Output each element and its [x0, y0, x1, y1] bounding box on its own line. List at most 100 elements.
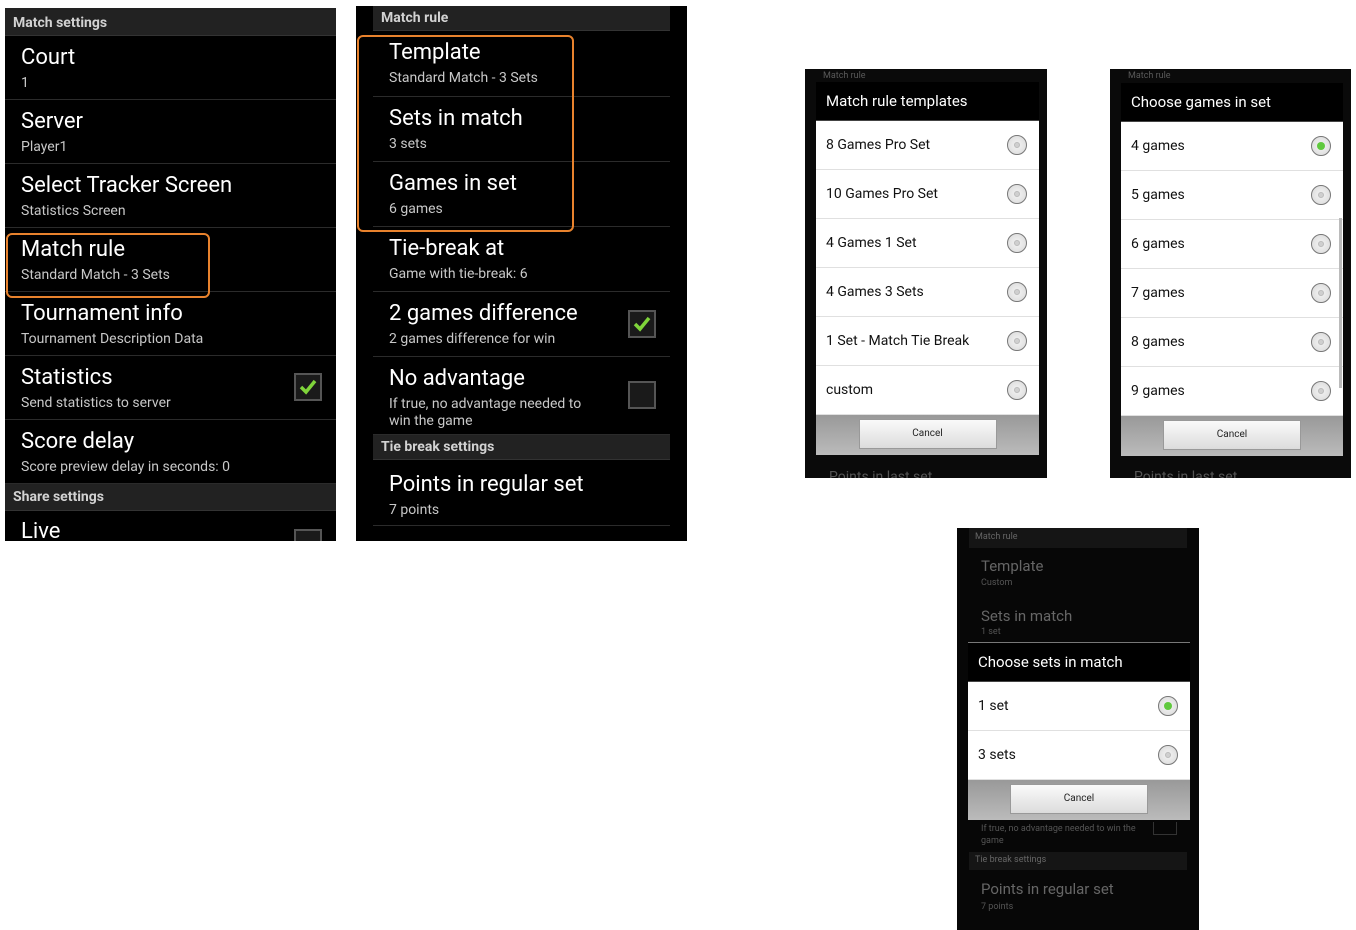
pref-title: Points in regular set [389, 472, 584, 497]
radio-unselected-icon[interactable] [1007, 184, 1027, 204]
dialog-option[interactable]: 4 Games 1 Set [816, 219, 1039, 268]
radio-unselected-icon[interactable] [1311, 234, 1331, 254]
pref-summary: Tournament Description Data [21, 331, 204, 347]
no-advantage-checkbox[interactable] [628, 381, 656, 409]
pref-summary: Statistics Screen [21, 203, 126, 219]
checkmark-icon [633, 316, 651, 332]
dialog-option[interactable]: 8 games [1121, 318, 1343, 367]
option-label: 5 games [1131, 187, 1185, 203]
dialog-button-bar: Cancel [1121, 416, 1343, 456]
pref-title: Tie-break at [389, 236, 505, 261]
pref-title: Tournament info [21, 301, 183, 326]
live-checkbox[interactable] [294, 529, 322, 541]
cancel-button[interactable]: Cancel [1163, 420, 1301, 450]
radio-selected-icon[interactable] [1158, 696, 1178, 716]
templates-dialog-screen: Match rule Match rule templates 8 Games … [805, 69, 1047, 478]
option-label: 10 Games Pro Set [826, 186, 938, 202]
pref-summary: 7 points [389, 502, 440, 518]
two-games-difference-checkbox[interactable] [628, 310, 656, 338]
pref-two-games-difference[interactable]: 2 games difference 2 games difference for… [373, 292, 670, 357]
option-label: 4 Games 1 Set [826, 235, 917, 251]
pref-title: No advantage [389, 366, 525, 391]
radio-unselected-icon[interactable] [1311, 283, 1331, 303]
background-footer: Points in last set [829, 469, 933, 478]
background-sets-title: Sets in match [981, 607, 1073, 625]
pref-summary: Player1 [21, 139, 68, 155]
radio-unselected-icon[interactable] [1158, 745, 1178, 765]
option-label: 8 games [1131, 334, 1185, 350]
radio-unselected-icon[interactable] [1007, 380, 1027, 400]
radio-unselected-icon[interactable] [1007, 233, 1027, 253]
background-template-title: Template [981, 557, 1044, 575]
highlight-template-sets-games [357, 35, 574, 232]
radio-unselected-icon[interactable] [1311, 332, 1331, 352]
pref-court[interactable]: Court 1 [5, 36, 336, 100]
statistics-checkbox[interactable] [294, 373, 322, 401]
option-label: 6 games [1131, 236, 1185, 252]
pref-statistics[interactable]: Statistics Send statistics to server [5, 356, 336, 420]
games-dialog-screen: Match rule Choose games in set 4 games 5 … [1110, 69, 1351, 478]
radio-unselected-icon[interactable] [1007, 282, 1027, 302]
dialog-option[interactable]: 6 games [1121, 220, 1343, 269]
dialog-option[interactable]: 4 games [1121, 122, 1343, 171]
radio-selected-icon[interactable] [1311, 136, 1331, 156]
dialog-option[interactable]: 1 Set - Match Tie Break [816, 317, 1039, 366]
cancel-button[interactable]: Cancel [858, 419, 997, 449]
pref-score-delay[interactable]: Score delay Score preview delay in second… [5, 420, 336, 484]
pref-tie-break-at[interactable]: Tie-break at Game with tie-break: 6 [373, 227, 670, 292]
background-template-summary: Custom [981, 578, 1013, 588]
pref-tournament-info[interactable]: Tournament info Tournament Description Da… [5, 292, 336, 356]
option-label: 7 games [1131, 285, 1185, 301]
match-rule-screen: Match rule Template Standard Match - 3 Se… [356, 6, 687, 541]
dialog-option[interactable]: 3 sets [968, 731, 1190, 780]
option-label: 9 games [1131, 383, 1185, 399]
background-last-summary: 7 points [981, 902, 1014, 912]
templates-dialog: Match rule templates 8 Games Pro Set 10 G… [816, 82, 1039, 455]
background-noadv-summary: If true, no advantage needed to win the … [981, 824, 1136, 846]
dialog-button-bar: Cancel [968, 780, 1190, 820]
dialog-option[interactable]: 10 Games Pro Set [816, 170, 1039, 219]
background-header: Match rule [823, 71, 866, 81]
pref-title: Live [21, 519, 61, 541]
pref-summary: Score preview delay in seconds: 0 [21, 459, 231, 475]
radio-unselected-icon[interactable] [1007, 331, 1027, 351]
radio-unselected-icon[interactable] [1007, 135, 1027, 155]
pref-summary: Send statistics to server [21, 395, 171, 411]
pref-summary: 1 [21, 75, 29, 91]
cancel-button[interactable]: Cancel [1010, 784, 1148, 814]
dialog-title: Choose sets in match [968, 643, 1190, 682]
pref-no-advantage[interactable]: No advantage If true, no advantage needed… [373, 357, 670, 435]
background-footer: Points in last set [1134, 469, 1238, 478]
pref-summary: 2 games difference for win [389, 331, 556, 347]
sets-dialog-screen: Match rule Template Custom Sets in match… [957, 528, 1199, 930]
match-settings-screen: Match settings Court 1 Server Player1 Sele… [5, 8, 336, 541]
pref-title: Court [21, 45, 76, 70]
dialog-option[interactable]: 5 games [1121, 171, 1343, 220]
pref-points-regular-set[interactable]: Points in regular set 7 points [373, 460, 670, 526]
radio-unselected-icon[interactable] [1311, 185, 1331, 205]
dialog-option[interactable]: custom [816, 366, 1039, 415]
section-header-match-settings: Match settings [5, 8, 336, 36]
dialog-button-bar: Cancel [816, 415, 1039, 455]
option-label: 8 Games Pro Set [826, 137, 931, 153]
sets-dialog: Choose sets in match 1 set 3 sets Cancel [968, 642, 1190, 820]
dialog-option[interactable]: 7 games [1121, 269, 1343, 318]
scrollbar[interactable] [1339, 218, 1342, 388]
pref-live[interactable]: Live [5, 511, 336, 541]
checkmark-icon [299, 379, 317, 395]
dialog-option[interactable]: 4 Games 3 Sets [816, 268, 1039, 317]
pref-tracker-screen[interactable]: Select Tracker Screen Statistics Screen [5, 164, 336, 228]
pref-summary: If true, no advantage needed to win the … [389, 396, 582, 429]
background-header: Match rule [1128, 71, 1171, 81]
pref-server[interactable]: Server Player1 [5, 100, 336, 164]
dialog-option[interactable]: 9 games [1121, 367, 1343, 416]
option-label: 1 set [978, 698, 1009, 714]
option-label: 4 games [1131, 138, 1185, 154]
pref-summary: Game with tie-break: 6 [389, 266, 528, 282]
section-header-match-rule: Match rule [373, 6, 670, 31]
section-header-share-settings: Share settings [5, 484, 336, 511]
dialog-option[interactable]: 8 Games Pro Set [816, 121, 1039, 170]
dialog-option[interactable]: 1 set [968, 682, 1190, 731]
option-label: custom [826, 382, 873, 398]
radio-unselected-icon[interactable] [1311, 381, 1331, 401]
